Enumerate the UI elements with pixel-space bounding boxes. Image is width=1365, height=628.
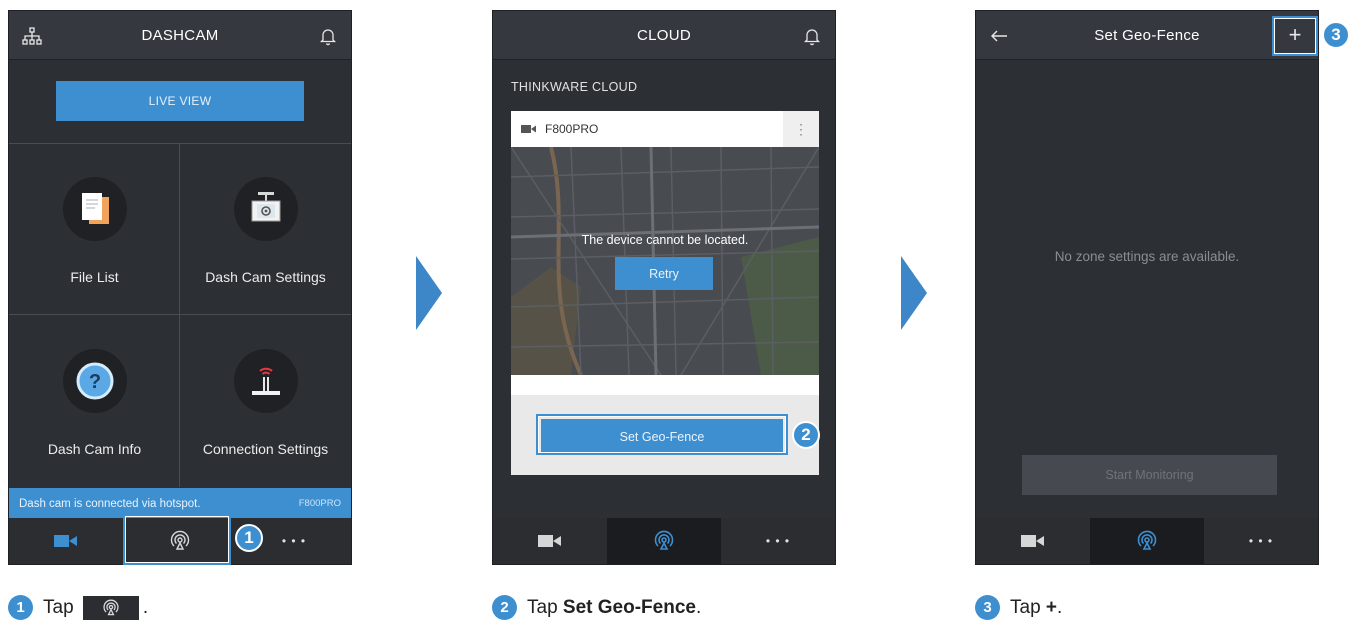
- status-device: F800PRO: [298, 498, 341, 509]
- caption-prefix: Tap: [527, 596, 563, 618]
- tab-dashcam[interactable]: [9, 518, 123, 564]
- file-list-item[interactable]: File List: [9, 143, 180, 315]
- video-camera-icon: [521, 125, 536, 133]
- question-icon: ?: [62, 349, 127, 413]
- arrow-right-icon: [416, 256, 442, 330]
- router-icon: [233, 349, 298, 413]
- section-title: THINKWARE CLOUD: [511, 80, 638, 94]
- tab-dashcam[interactable]: [976, 518, 1090, 564]
- step-badge-3: 3: [1322, 21, 1350, 49]
- tab-more[interactable]: • • •: [721, 518, 835, 564]
- connection-settings-label: Connection Settings: [202, 441, 329, 457]
- bottom-tab-bar: • • •: [493, 518, 835, 564]
- svg-text:?: ?: [88, 371, 100, 393]
- caption-suffix: .: [142, 596, 149, 618]
- video-camera-icon: [1021, 535, 1044, 547]
- caption-step-2: 2 Tap Set Geo-Fence .: [492, 595, 701, 620]
- device-name: F800PRO: [545, 122, 599, 136]
- highlight-add-button: [1272, 16, 1318, 56]
- highlight-cloud-tab: [123, 514, 231, 565]
- highlight-geofence-button: [536, 414, 788, 455]
- cloud-topbar: CLOUD: [493, 11, 835, 60]
- caption-step-1: 1 Tap .: [8, 595, 148, 620]
- arrow-right-icon: [901, 256, 927, 330]
- dashcam-info-label: Dash Cam Info: [47, 441, 142, 457]
- dashcam-info-item[interactable]: ? Dash Cam Info: [9, 315, 180, 487]
- dashcam-settings-item[interactable]: Dash Cam Settings: [180, 143, 351, 315]
- cloud-tab-icon: [82, 595, 139, 620]
- empty-state-message: No zone settings are available.: [1054, 249, 1240, 264]
- connection-settings-item[interactable]: Connection Settings: [180, 315, 351, 487]
- step-badge-2: 2: [792, 421, 820, 449]
- status-text: Dash cam is connected via hotspot.: [19, 497, 201, 510]
- back-arrow-icon[interactable]: [988, 25, 1010, 47]
- dashcam-settings-icon: [233, 177, 298, 241]
- caption-number: 2: [492, 595, 517, 620]
- tab-cloud[interactable]: [607, 518, 721, 564]
- cloud-signal-icon: [654, 530, 674, 550]
- caption-step-3: 3 Tap + .: [975, 595, 1062, 620]
- file-list-label: File List: [70, 269, 119, 285]
- cloud-screen: CLOUD THINKWARE CLOUD F800PRO ⋮ The devi…: [492, 10, 836, 565]
- caption-prefix: Tap: [43, 596, 79, 618]
- caption-number: 3: [975, 595, 1000, 620]
- dashcam-screen: DASHCAM LIVE VIEW File List Dash Cam Set…: [8, 10, 352, 565]
- caption-suffix: .: [1057, 596, 1063, 618]
- live-view-button[interactable]: LIVE VIEW: [56, 81, 304, 121]
- geofence-screen: Set Geo-Fence + No zone settings are ava…: [975, 10, 1319, 565]
- cloud-signal-icon: [1137, 530, 1157, 550]
- start-monitoring-button[interactable]: Start Monitoring: [1022, 455, 1277, 495]
- more-icon: • • •: [765, 534, 791, 548]
- device-card-header: F800PRO: [511, 111, 819, 147]
- map-message: The device cannot be located.: [581, 233, 749, 247]
- bell-icon[interactable]: [317, 25, 339, 47]
- tab-more[interactable]: • • •: [1204, 518, 1318, 564]
- map-view: The device cannot be located. Retry: [511, 147, 819, 375]
- page-title: Set Geo-Fence: [1094, 26, 1200, 44]
- bottom-tab-bar: • • •: [976, 518, 1318, 564]
- step-badge-1: 1: [235, 524, 263, 552]
- caption-number: 1: [8, 595, 33, 620]
- caption-bold: Set Geo-Fence: [562, 596, 696, 618]
- file-list-icon: [62, 177, 127, 241]
- caption-suffix: .: [695, 596, 702, 618]
- tab-cloud[interactable]: [1090, 518, 1204, 564]
- page-title: CLOUD: [636, 26, 691, 44]
- more-options-button[interactable]: ⋮: [783, 111, 819, 147]
- geofence-topbar: Set Geo-Fence +: [976, 11, 1318, 60]
- caption-prefix: Tap: [1010, 596, 1046, 618]
- tab-dashcam[interactable]: [493, 518, 607, 564]
- page-title: DASHCAM: [141, 26, 219, 44]
- video-camera-icon: [538, 535, 561, 547]
- retry-button[interactable]: Retry: [615, 257, 713, 290]
- caption-bold: +: [1045, 596, 1058, 618]
- dashcam-topbar: DASHCAM: [9, 11, 351, 60]
- more-icon: • • •: [1248, 534, 1274, 548]
- bell-icon[interactable]: [801, 25, 823, 47]
- network-icon[interactable]: [21, 25, 43, 47]
- video-camera-icon: [54, 535, 77, 547]
- more-icon: • • •: [281, 534, 307, 548]
- dashcam-settings-label: Dash Cam Settings: [205, 269, 326, 285]
